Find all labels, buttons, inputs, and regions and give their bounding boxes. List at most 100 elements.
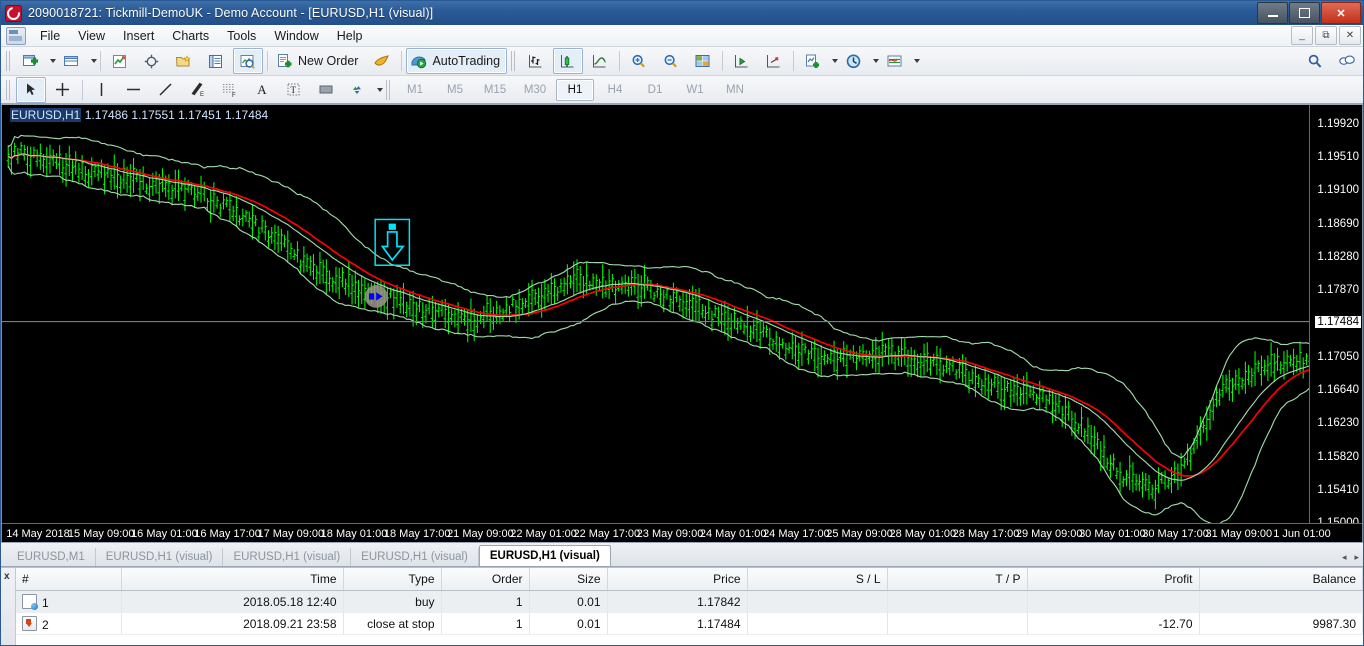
tab-scroll-right[interactable]: ▸ <box>1354 552 1359 563</box>
price-axis[interactable]: 1.199201.195101.191001.186901.182801.178… <box>1309 105 1362 542</box>
buy-entry-arrow[interactable] <box>365 285 388 308</box>
chart-tab-active[interactable]: EURUSD,H1 (visual) <box>479 545 611 566</box>
svg-text:F: F <box>232 93 236 98</box>
time-tick: 21 May 09:00 <box>447 528 514 540</box>
periods-dropdown[interactable] <box>873 59 879 63</box>
zoom-in-button[interactable] <box>624 48 654 74</box>
toolbar-grip[interactable] <box>6 51 12 71</box>
col-time[interactable]: Time <box>121 568 343 591</box>
templates-button[interactable] <box>880 48 910 74</box>
expert-advisors-button[interactable] <box>367 48 397 74</box>
timeframe-d1[interactable]: D1 <box>636 79 674 101</box>
toolbar-grip-2[interactable] <box>511 51 517 71</box>
new-chart-dropdown[interactable] <box>50 59 56 63</box>
drawing-toolbar-grip[interactable] <box>6 80 12 100</box>
timeframe-m15[interactable]: M15 <box>476 79 514 101</box>
chart-area[interactable]: EURUSD,H1 1.17486 1.17551 1.17451 1.1748… <box>1 105 1363 542</box>
indicators-button[interactable] <box>798 48 828 74</box>
child-minimize-button[interactable]: _ <box>1291 26 1313 45</box>
text-label-button[interactable]: T <box>279 77 309 103</box>
table-row[interactable]: 22018.09.21 23:58close at stop10.011.174… <box>16 613 1363 635</box>
menu-item-charts[interactable]: Charts <box>163 27 218 45</box>
arrows-button[interactable] <box>343 77 373 103</box>
autotrading-button[interactable]: AutoTrading <box>406 48 507 74</box>
col-tp[interactable]: T / P <box>887 568 1027 591</box>
col-size[interactable]: Size <box>529 568 607 591</box>
bar-chart-button[interactable] <box>521 48 551 74</box>
trendline-button[interactable] <box>151 77 181 103</box>
auto-scroll-button[interactable] <box>727 48 757 74</box>
terminal-close-icon[interactable]: x <box>4 571 10 582</box>
menu-item-view[interactable]: View <box>69 27 114 45</box>
chart-tab[interactable]: EURUSD,H1 (visual) <box>223 548 351 566</box>
col-balance[interactable]: Balance <box>1199 568 1363 591</box>
time-tick: 1 Jun 01:00 <box>1273 528 1331 540</box>
new-chart-button[interactable] <box>16 48 46 74</box>
vertical-line-button[interactable] <box>87 77 117 103</box>
new-order-button[interactable]: New Order <box>272 48 365 74</box>
timeframe-h4[interactable]: H4 <box>596 79 634 101</box>
equidistant-channel-button[interactable]: E <box>183 77 213 103</box>
menu-item-help[interactable]: Help <box>328 27 372 45</box>
child-close-button[interactable]: ✕ <box>1339 26 1361 45</box>
indicators-dropdown[interactable] <box>832 59 838 63</box>
chart-tab[interactable]: EURUSD,M1 <box>7 548 96 566</box>
timeframe-m5[interactable]: M5 <box>436 79 474 101</box>
cell-order: 1 <box>441 591 529 613</box>
col-order[interactable]: Order <box>441 568 529 591</box>
maximize-button[interactable] <box>1289 2 1320 24</box>
zoom-out-button[interactable] <box>656 48 686 74</box>
new-order-label: New Order <box>298 54 358 68</box>
menu-item-file[interactable]: File <box>31 27 69 45</box>
timeframe-grip[interactable] <box>386 80 392 100</box>
tab-scroll-left[interactable]: ◂ <box>1342 552 1347 563</box>
strategy-tester-button[interactable] <box>233 48 263 74</box>
terminal-button[interactable] <box>201 48 231 74</box>
market-watch-button[interactable] <box>105 48 135 74</box>
navigator-button[interactable] <box>169 48 199 74</box>
price-chart-canvas[interactable] <box>2 105 1362 542</box>
menu-item-window[interactable]: Window <box>265 27 327 45</box>
child-restore-button[interactable]: ⧉ <box>1315 26 1337 45</box>
cursor-button[interactable] <box>16 77 46 103</box>
col-num[interactable]: # <box>16 568 121 591</box>
fibonacci-button[interactable]: F <box>215 77 245 103</box>
crosshair-button[interactable] <box>48 77 78 103</box>
chart-shift-end-button[interactable] <box>759 48 789 74</box>
col-profit[interactable]: Profit <box>1027 568 1199 591</box>
chat-button[interactable] <box>1332 48 1362 74</box>
timeframe-m1[interactable]: M1 <box>396 79 434 101</box>
trade-report-table-wrapper: # Time Type Order Size Price S / L T / P… <box>16 568 1363 645</box>
col-sl[interactable]: S / L <box>747 568 887 591</box>
menu-item-tools[interactable]: Tools <box>218 27 265 45</box>
timeframe-h1[interactable]: H1 <box>556 79 594 101</box>
candlestick-chart-button[interactable] <box>553 48 583 74</box>
data-window-button[interactable] <box>137 48 167 74</box>
chart-shift-button[interactable] <box>688 48 718 74</box>
horizontal-line-button[interactable] <box>119 77 149 103</box>
chart-tab[interactable]: EURUSD,H1 (visual) <box>96 548 224 566</box>
periods-button[interactable] <box>839 48 869 74</box>
profiles-dropdown[interactable] <box>91 59 97 63</box>
time-axis[interactable]: 14 May 201815 May 09:0016 May 01:0016 Ma… <box>2 523 1362 542</box>
time-tick: 22 May 17:00 <box>573 528 640 540</box>
text-button[interactable]: A <box>247 77 277 103</box>
timeframe-mn[interactable]: MN <box>716 79 754 101</box>
cell-balance: 9987.30 <box>1199 613 1363 635</box>
col-price[interactable]: Price <box>607 568 747 591</box>
menu-item-insert[interactable]: Insert <box>114 27 163 45</box>
new-order-icon <box>276 53 294 70</box>
timeframe-m30[interactable]: M30 <box>516 79 554 101</box>
timeframe-w1[interactable]: W1 <box>676 79 714 101</box>
close-button[interactable]: ✕ <box>1321 2 1361 24</box>
templates-dropdown[interactable] <box>914 59 920 63</box>
chart-tab[interactable]: EURUSD,H1 (visual) <box>351 548 479 566</box>
line-chart-button[interactable] <box>585 48 615 74</box>
minimize-button[interactable] <box>1257 2 1288 24</box>
rectangle-button[interactable] <box>311 77 341 103</box>
profiles-button[interactable] <box>57 48 87 74</box>
search-button[interactable] <box>1300 48 1330 74</box>
arrows-dropdown[interactable] <box>377 88 383 92</box>
table-row[interactable]: 12018.05.18 12:40buy10.011.17842 <box>16 591 1363 613</box>
col-type[interactable]: Type <box>343 568 441 591</box>
